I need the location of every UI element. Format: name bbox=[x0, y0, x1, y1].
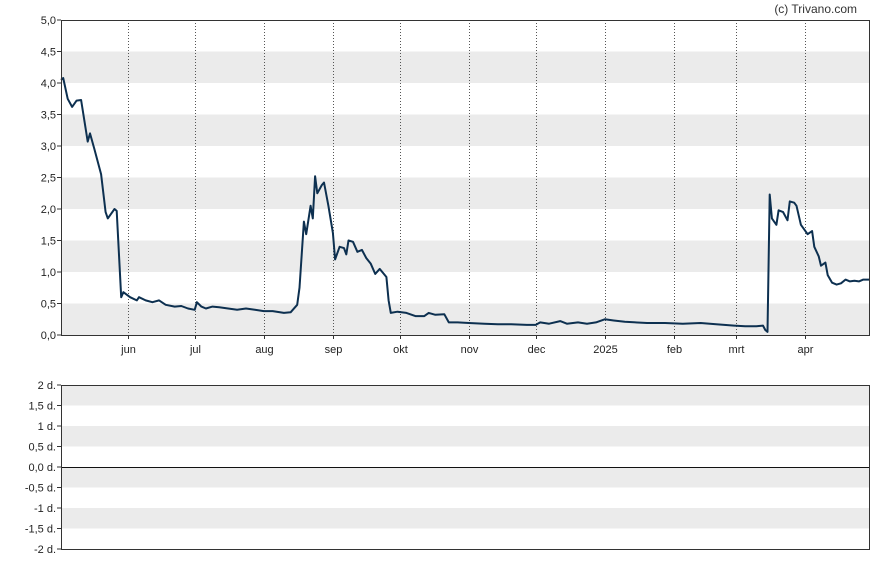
x-tick-label: aug bbox=[255, 344, 273, 356]
y-tick-label: 5,0 bbox=[41, 15, 56, 27]
top-chart-bands bbox=[61, 51, 870, 335]
y-tick-label: 4,0 bbox=[41, 78, 56, 90]
x-tick-label: apr bbox=[798, 344, 814, 356]
y-tick-label: 2,0 bbox=[41, 204, 56, 216]
x-tick-label: jul bbox=[189, 344, 201, 356]
y-tick-label: 2 d. bbox=[38, 380, 56, 392]
y-tick-label: 1,5 d. bbox=[28, 401, 56, 413]
x-tick-label: nov bbox=[461, 344, 479, 356]
y-tick-label: 0,5 d. bbox=[28, 442, 56, 454]
y-tick-label: 4,5 bbox=[41, 47, 56, 59]
grid-band bbox=[61, 51, 870, 83]
y-tick-label: 1,5 bbox=[41, 236, 56, 248]
grid-band bbox=[61, 303, 870, 335]
y-tick-label: 1,0 bbox=[41, 267, 56, 279]
top-y-axis: 0,0 0,5 1,0 1,5 2,0 2,5 3,0 3,5 4,0 4,5 5,0 bbox=[41, 15, 61, 342]
grid-band bbox=[61, 177, 870, 209]
x-tick-label: sep bbox=[325, 344, 343, 356]
grid-band bbox=[61, 426, 870, 447]
grid-band bbox=[61, 240, 870, 272]
stock-chart: 0,0 0,5 1,0 1,5 2,0 2,5 3,0 3,5 4,0 4,5 5,0 jun jul… bbox=[25, 2, 870, 556]
y-tick-label: -1,5 d. bbox=[25, 524, 56, 536]
x-axis: jun jul aug sep okt nov dec 2025 feb mrt apr bbox=[120, 335, 814, 356]
credit-text: (c) Trivano.com bbox=[774, 2, 857, 16]
y-tick-label: -0,5 d. bbox=[25, 483, 56, 495]
y-tick-label: -1 d. bbox=[34, 503, 56, 515]
y-tick-label: 3,0 bbox=[41, 141, 56, 153]
grid-band bbox=[61, 114, 870, 146]
grid-band bbox=[61, 467, 870, 488]
x-tick-label: mrt bbox=[729, 344, 745, 356]
x-tick-label: feb bbox=[667, 344, 682, 356]
y-tick-label: 0,5 bbox=[41, 299, 56, 311]
x-tick-label: 2025 bbox=[593, 344, 617, 356]
y-tick-label: 0,0 d. bbox=[28, 462, 56, 474]
y-tick-label: 0,0 bbox=[41, 330, 56, 342]
bottom-chart-bands bbox=[61, 385, 870, 529]
y-tick-label: 3,5 bbox=[41, 110, 56, 122]
y-tick-label: 1 d. bbox=[38, 421, 56, 433]
grid-band bbox=[61, 385, 870, 406]
x-tick-label: jun bbox=[120, 344, 136, 356]
y-tick-label: -2 d. bbox=[34, 544, 56, 556]
x-tick-label: dec bbox=[528, 344, 546, 356]
y-tick-label: 2,5 bbox=[41, 173, 56, 185]
bottom-y-axis: -2 d. -1,5 d. -1 d. -0,5 d. 0,0 d. 0,5 d. 1 d.… bbox=[25, 380, 61, 556]
x-tick-label: okt bbox=[393, 344, 408, 356]
grid-band bbox=[61, 508, 870, 529]
